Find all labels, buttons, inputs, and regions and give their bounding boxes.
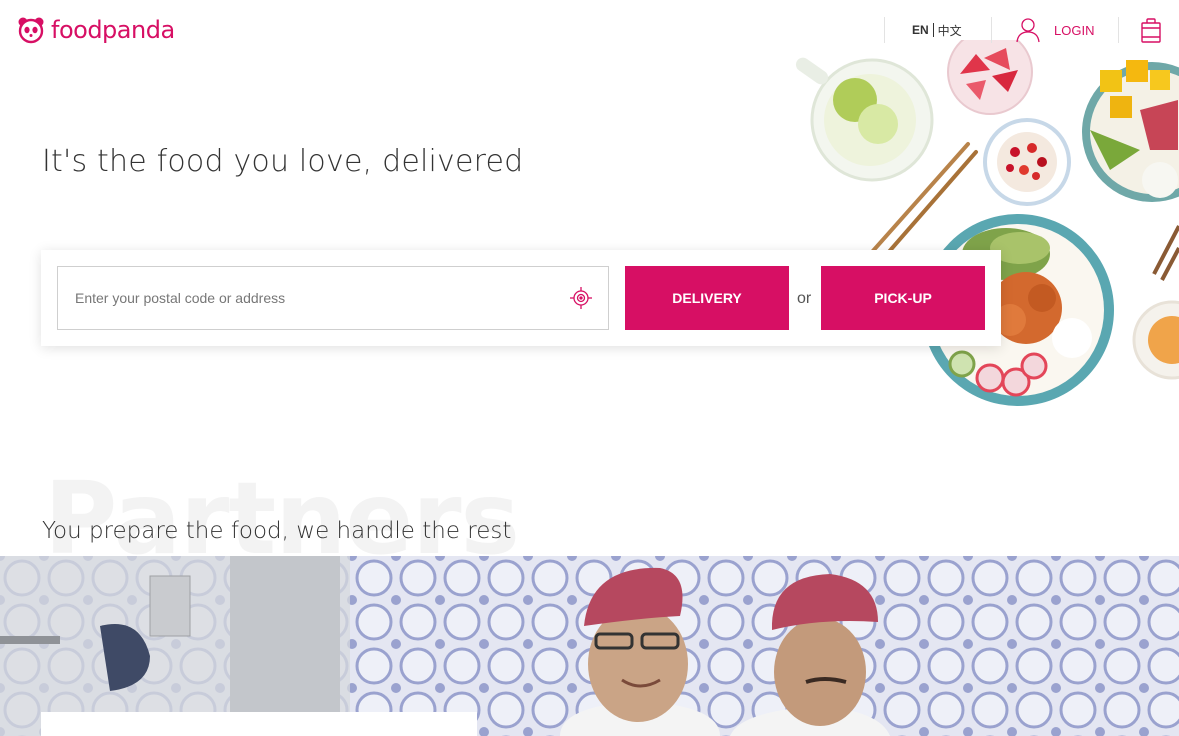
login-label: LOGIN [1054,22,1095,38]
language-en[interactable]: EN [912,23,934,37]
shopping-bag-icon [1141,18,1161,43]
or-separator: or [797,290,812,307]
language-zh[interactable]: 中文 [934,22,962,39]
panda-icon [18,17,44,44]
chili-dish [983,118,1071,206]
cart-button[interactable] [1118,17,1161,43]
address-input[interactable] [58,267,558,329]
user-icon [1016,18,1040,43]
language-switcher: EN 中文 [884,17,962,43]
lime-drink-jug [795,57,934,182]
mango-poke-bowl [1082,60,1179,202]
brand-name: foodpanda [51,16,175,44]
search-card: DELIVERY or PICK-UP [41,250,1001,346]
delivery-button[interactable]: DELIVERY [625,266,789,330]
food-bowls-image [795,40,1179,406]
partners-subtitle: You prepare the food, we handle the rest [42,518,512,544]
locate-target-icon[interactable] [570,287,592,309]
sauce-dish [1132,300,1179,380]
hero-title: It's the food you love, delivered [42,144,524,179]
partners-info-card [41,712,477,736]
chefs-kitchen-photo [0,556,1179,736]
login-link[interactable]: LOGIN [991,17,1094,43]
address-field [57,266,609,330]
foodpanda-logo[interactable]: foodpanda [17,16,175,44]
pickup-button[interactable]: PICK-UP [821,266,985,330]
top-header: foodpanda EN 中文 LOGIN [0,0,1179,62]
